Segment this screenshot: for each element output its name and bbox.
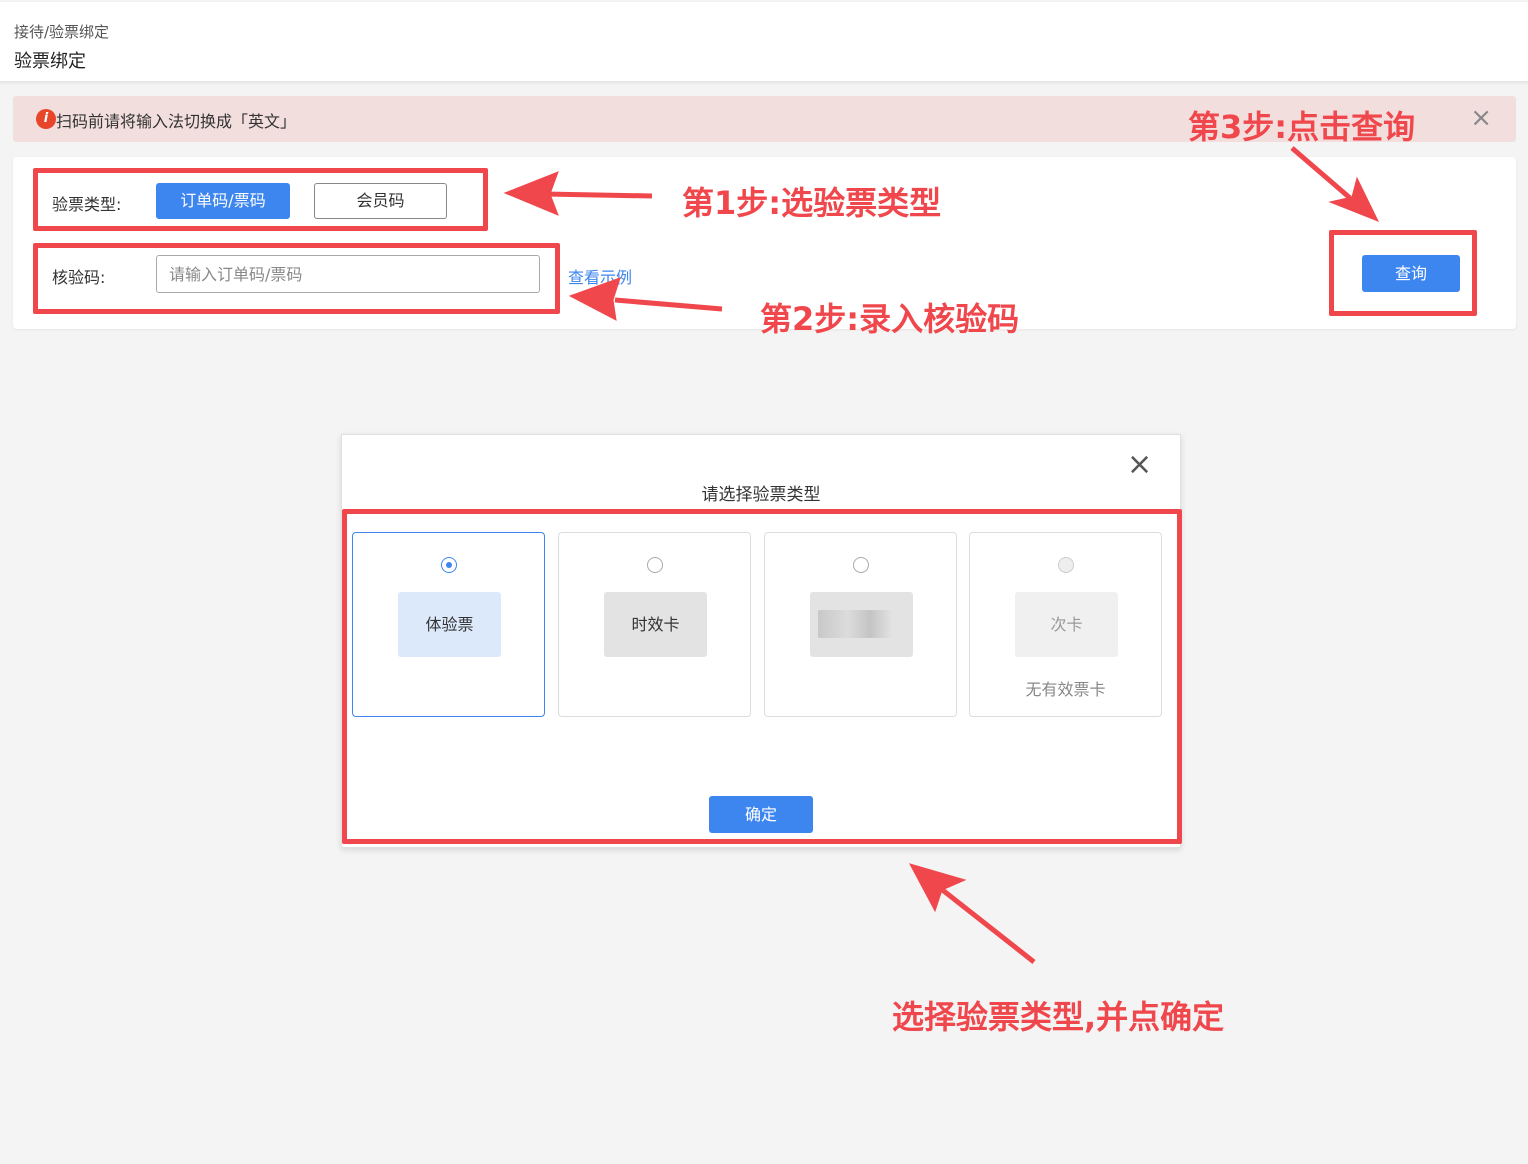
annotation-step3: 第3步:点击查询 xyxy=(1188,108,1416,146)
annotation-step4: 选择验票类型,并点确定 xyxy=(892,998,1225,1036)
arrow-step2 xyxy=(568,277,621,321)
annotation-arrows xyxy=(503,146,1380,964)
arrow-step1 xyxy=(503,171,559,216)
annotation-step2: 第2步:录入核验码 xyxy=(760,300,1020,338)
annotation-step1: 第1步:选验票类型 xyxy=(682,184,942,222)
